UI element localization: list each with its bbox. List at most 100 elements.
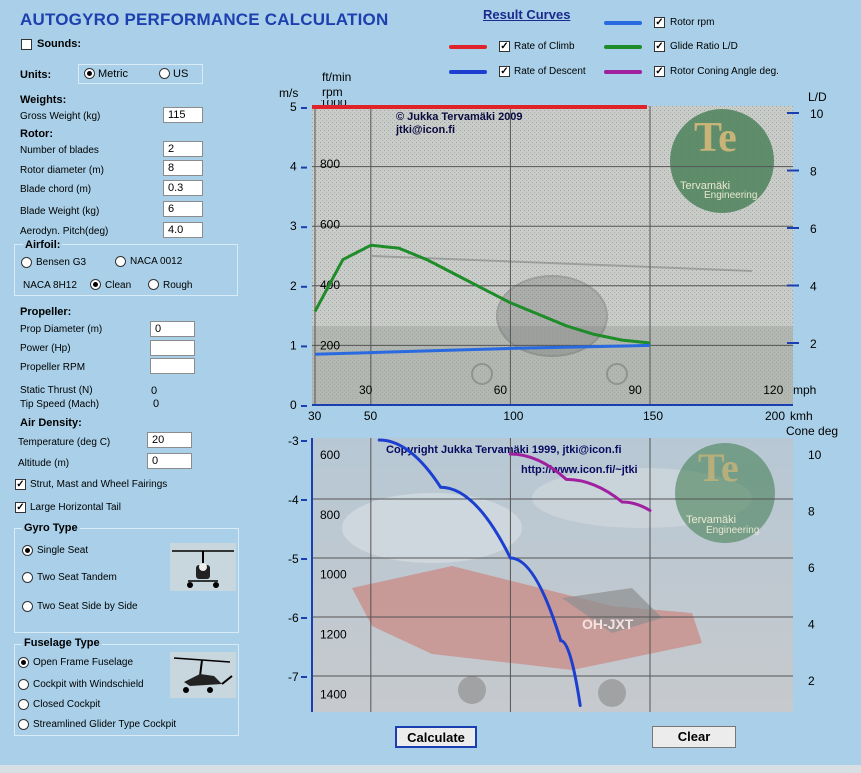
- airfoil-naca8h12-label: NACA 8H12: [23, 280, 77, 291]
- top-ms-tick: 3: [290, 219, 297, 233]
- blades-label: Number of blades: [20, 145, 99, 156]
- status-bar: [0, 765, 861, 773]
- bottom-ms-tick: -3: [288, 434, 299, 448]
- gyro-single-seat-radio[interactable]: [22, 545, 33, 556]
- prop-rpm-input[interactable]: [150, 358, 195, 374]
- units-label: Units:: [20, 69, 52, 81]
- top-rpm-unit: rpm: [322, 85, 343, 99]
- altitude-input[interactable]: 0: [147, 453, 192, 469]
- rotor-diameter-input[interactable]: 8: [163, 160, 203, 176]
- prop-diameter-input[interactable]: 0: [150, 321, 195, 337]
- bottom-ms-tick: -7: [288, 670, 299, 684]
- fuselage-windschield-radio[interactable]: [18, 679, 29, 690]
- blade-chord-input[interactable]: 0.3: [163, 180, 203, 196]
- calculate-button[interactable]: Calculate: [395, 726, 477, 748]
- fuselage-windschield-label: Cockpit with Windschield: [33, 679, 144, 690]
- bottom-ftmin-tick: 1000: [320, 568, 347, 582]
- legend-rotor-rpm-swatch: [604, 21, 642, 25]
- power-input[interactable]: [150, 340, 195, 356]
- legend-rotor-rpm-checkbox[interactable]: [654, 17, 665, 28]
- top-ms-tick: 4: [290, 160, 297, 174]
- bottom-ftmin-tick: 800: [320, 508, 340, 522]
- clear-button[interactable]: Clear: [652, 726, 736, 748]
- tip-speed-label: Tip Speed (Mach): [20, 399, 100, 410]
- gyro-front-view-image: [170, 543, 236, 591]
- blade-weight-input[interactable]: 6: [163, 201, 203, 217]
- finish-rough-label: Rough: [163, 280, 193, 291]
- gyro-tandem-label: Two Seat Tandem: [37, 572, 117, 583]
- gyro-single-seat-label: Single Seat: [37, 545, 89, 556]
- legend-glide-checkbox[interactable]: [654, 41, 665, 52]
- gyro-tandem-radio[interactable]: [22, 572, 33, 583]
- fuselage-open-frame-label: Open Frame Fuselage: [33, 657, 134, 668]
- units-metric-radio[interactable]: [84, 68, 95, 79]
- blades-input[interactable]: 2: [163, 141, 203, 157]
- top-ld-tick: 10: [810, 107, 824, 121]
- legend-descent-label: Rate of Descent: [514, 66, 586, 77]
- bottom-cone-tick: 4: [808, 618, 815, 632]
- legend-rotor-rpm-label: Rotor rpm: [670, 17, 715, 28]
- gyro-type-heading: Gyro Type: [22, 522, 80, 534]
- bottom-cone-tick: 8: [808, 505, 815, 519]
- pitch-label: Aerodyn. Pitch(deg): [20, 226, 109, 237]
- static-thrust-label: Static Thrust (N): [20, 385, 93, 396]
- bottom-ftmin-tick: 1200: [320, 628, 347, 642]
- bottom-ms-tick: -6: [288, 611, 299, 625]
- gyro-side-by-side-radio[interactable]: [22, 601, 33, 612]
- legend-coning-checkbox[interactable]: [654, 66, 665, 77]
- prop-diameter-label: Prop Diameter (m): [20, 324, 103, 335]
- top-kmh-tick: 50: [364, 409, 378, 423]
- bottom-ms-tick: -5: [288, 552, 299, 566]
- temperature-input[interactable]: 20: [147, 432, 192, 448]
- gross-weight-label: Gross Weight (kg): [20, 111, 101, 122]
- fuselage-closed-radio[interactable]: [18, 699, 29, 710]
- bottom-series-rate-of-descent: [377, 438, 582, 707]
- airfoil-heading: Airfoil:: [23, 239, 63, 251]
- top-ms-unit: m/s: [279, 86, 299, 100]
- airfoil-bensen-radio[interactable]: [21, 257, 32, 268]
- large-tail-label: Large Horizontal Tail: [30, 502, 121, 513]
- legend-climb-label: Rate of Climb: [514, 41, 575, 52]
- legend-coning-swatch: [604, 70, 642, 74]
- top-ld-tick: 8: [810, 165, 817, 179]
- legend-climb-checkbox[interactable]: [499, 41, 510, 52]
- air-density-heading: Air Density:: [20, 417, 82, 429]
- sounds-checkbox[interactable]: [21, 39, 32, 50]
- blade-weight-label: Blade Weight (kg): [20, 206, 100, 217]
- legend-glide-swatch: [604, 45, 642, 49]
- static-thrust-value: 0: [151, 385, 158, 397]
- bottom-series-rotor-coning-angle-deg-: [508, 452, 652, 512]
- top-mph-tick: 90: [629, 383, 643, 397]
- top-mph-tick: 60: [494, 383, 508, 397]
- gross-weight-input[interactable]: 115: [163, 107, 203, 123]
- gyro-side-by-side-label: Two Seat Side by Side: [37, 601, 138, 612]
- legend-descent-checkbox[interactable]: [499, 66, 510, 77]
- bottom-ftmin-tick: 600: [320, 448, 340, 462]
- top-ms-tick: 0: [290, 398, 297, 412]
- units-us-radio[interactable]: [159, 68, 170, 79]
- fairings-checkbox[interactable]: [15, 479, 26, 490]
- top-series-rotor-rpm: [314, 343, 651, 356]
- bottom-cone-tick: 2: [808, 674, 815, 688]
- fuselage-open-frame-radio[interactable]: [18, 657, 29, 668]
- finish-clean-radio[interactable]: [90, 279, 101, 290]
- top-kmh-unit: kmh: [790, 409, 813, 423]
- fuselage-streamlined-radio[interactable]: [18, 719, 29, 730]
- large-tail-checkbox[interactable]: [15, 502, 26, 513]
- top-kmh-tick: 150: [643, 409, 663, 423]
- airfoil-naca0012-label: NACA 0012: [130, 256, 183, 267]
- fuselage-side-view-image: [170, 652, 236, 698]
- legend-heading: Result Curves: [483, 7, 571, 22]
- blade-chord-label: Blade chord (m): [20, 184, 92, 195]
- fuselage-closed-label: Closed Cockpit: [33, 699, 101, 710]
- weights-heading: Weights:: [20, 94, 67, 106]
- top-series-glide-ratio-l-d: [313, 243, 651, 345]
- airfoil-naca0012-radio[interactable]: [115, 256, 126, 267]
- finish-rough-radio[interactable]: [148, 279, 159, 290]
- propeller-heading: Propeller:: [20, 306, 72, 318]
- legend-coning-label: Rotor Coning Angle deg.: [670, 66, 779, 77]
- bottom-cone-tick: 10: [808, 448, 822, 462]
- top-ld-tick: 2: [810, 337, 817, 351]
- app-title: AUTOGYRO PERFORMANCE CALCULATION: [20, 10, 389, 29]
- pitch-input[interactable]: 4.0: [163, 222, 203, 238]
